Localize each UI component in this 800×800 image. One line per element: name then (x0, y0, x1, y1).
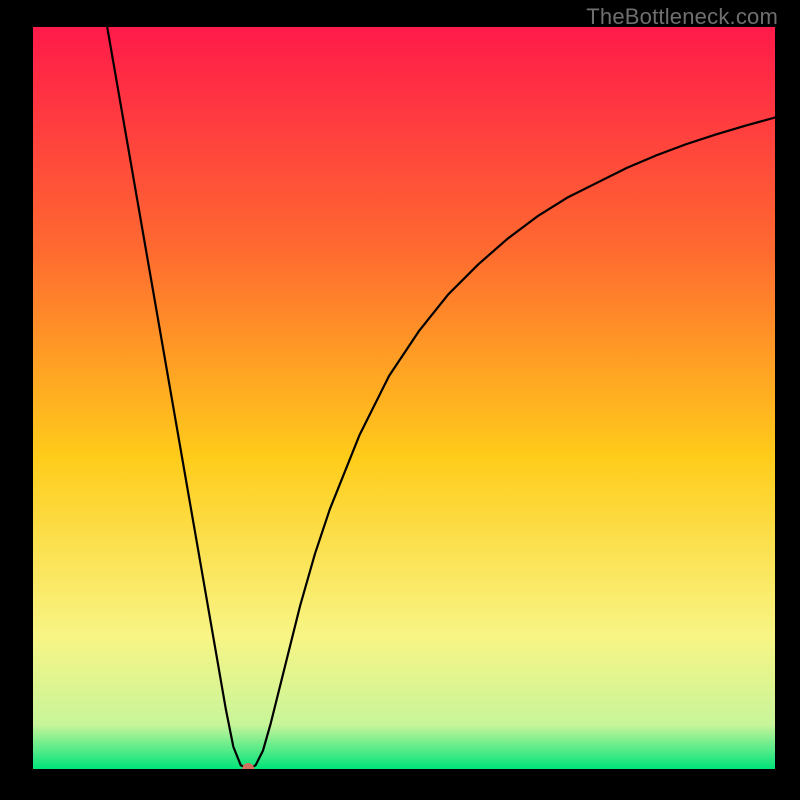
chart-frame (33, 27, 775, 769)
gradient-background (33, 27, 775, 769)
bottleneck-plot (33, 27, 775, 769)
watermark-text: TheBottleneck.com (586, 4, 778, 30)
